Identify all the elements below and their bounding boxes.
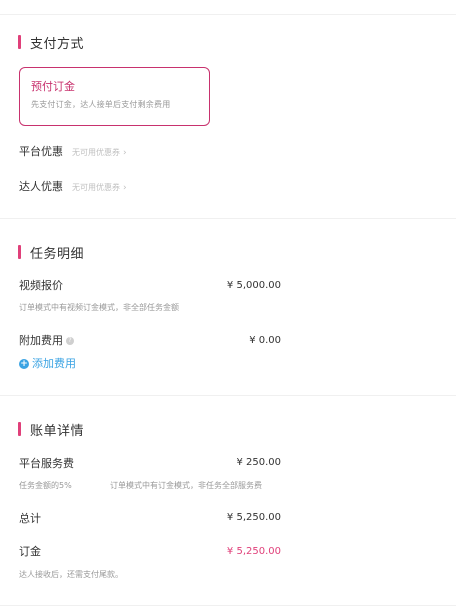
top-divider <box>0 14 456 15</box>
talent-coupon-value: 无可用优惠券 <box>72 183 120 192</box>
extra-fee-value: ¥ 0.00 <box>249 335 281 346</box>
payment-method-card[interactable]: 预付订金 先支付订金，达人接单后支付剩余费用 <box>19 67 210 126</box>
task-section-title: 任务明细 <box>18 243 85 262</box>
deposit-value: ¥ 5,250.00 <box>226 546 281 557</box>
bill-title-text: 账单详情 <box>30 423 85 439</box>
deposit-label: 订金 <box>19 545 41 558</box>
payment-title-text: 支付方式 <box>30 36 85 52</box>
help-icon[interactable]: ? <box>66 337 74 345</box>
chevron-right-icon: › <box>123 148 127 158</box>
talent-coupon-select[interactable]: 无可用优惠券 › <box>72 181 127 195</box>
add-fee-label: 添加费用 <box>32 357 76 370</box>
section-accent-bar <box>18 422 21 436</box>
payment-method-desc: 先支付订金，达人接单后支付剩余费用 <box>31 100 171 109</box>
extra-fee-label-text: 附加费用 <box>19 334 63 347</box>
payment-method-name: 预付订金 <box>31 80 75 93</box>
video-price-label: 视频报价 <box>19 279 63 292</box>
extra-fee-label: 附加费用? <box>19 334 74 348</box>
video-price-note: 订单模式中有视频订金模式，非全部任务金额 <box>19 303 179 312</box>
total-label: 总计 <box>19 512 41 525</box>
service-fee-value: ¥ 250.00 <box>236 457 281 468</box>
platform-coupon-label: 平台优惠 <box>19 145 63 158</box>
bill-section-title: 账单详情 <box>18 420 85 439</box>
deposit-note: 达人接收后，还需支付尾款。 <box>19 570 123 579</box>
plus-circle-icon: + <box>19 359 29 369</box>
bottom-divider <box>0 605 456 606</box>
payment-section-title: 支付方式 <box>18 33 85 52</box>
total-value: ¥ 5,250.00 <box>226 512 281 523</box>
platform-coupon-select[interactable]: 无可用优惠券 › <box>72 146 127 160</box>
add-fee-button[interactable]: + 添加费用 <box>19 357 76 371</box>
talent-coupon-label: 达人优惠 <box>19 180 63 193</box>
service-fee-label: 平台服务费 <box>19 457 74 470</box>
task-title-text: 任务明细 <box>30 246 85 262</box>
service-fee-note: 订单模式中有订金模式，非任务全部服务费 <box>110 481 262 490</box>
section-accent-bar <box>18 35 21 49</box>
service-fee-rate: 任务金额的5% <box>19 481 72 490</box>
video-price-value: ¥ 5,000.00 <box>226 280 281 291</box>
platform-coupon-value: 无可用优惠券 <box>72 148 120 157</box>
chevron-right-icon: › <box>123 183 127 193</box>
section-divider <box>0 218 456 219</box>
section-accent-bar <box>18 245 21 259</box>
section-divider <box>0 395 456 396</box>
